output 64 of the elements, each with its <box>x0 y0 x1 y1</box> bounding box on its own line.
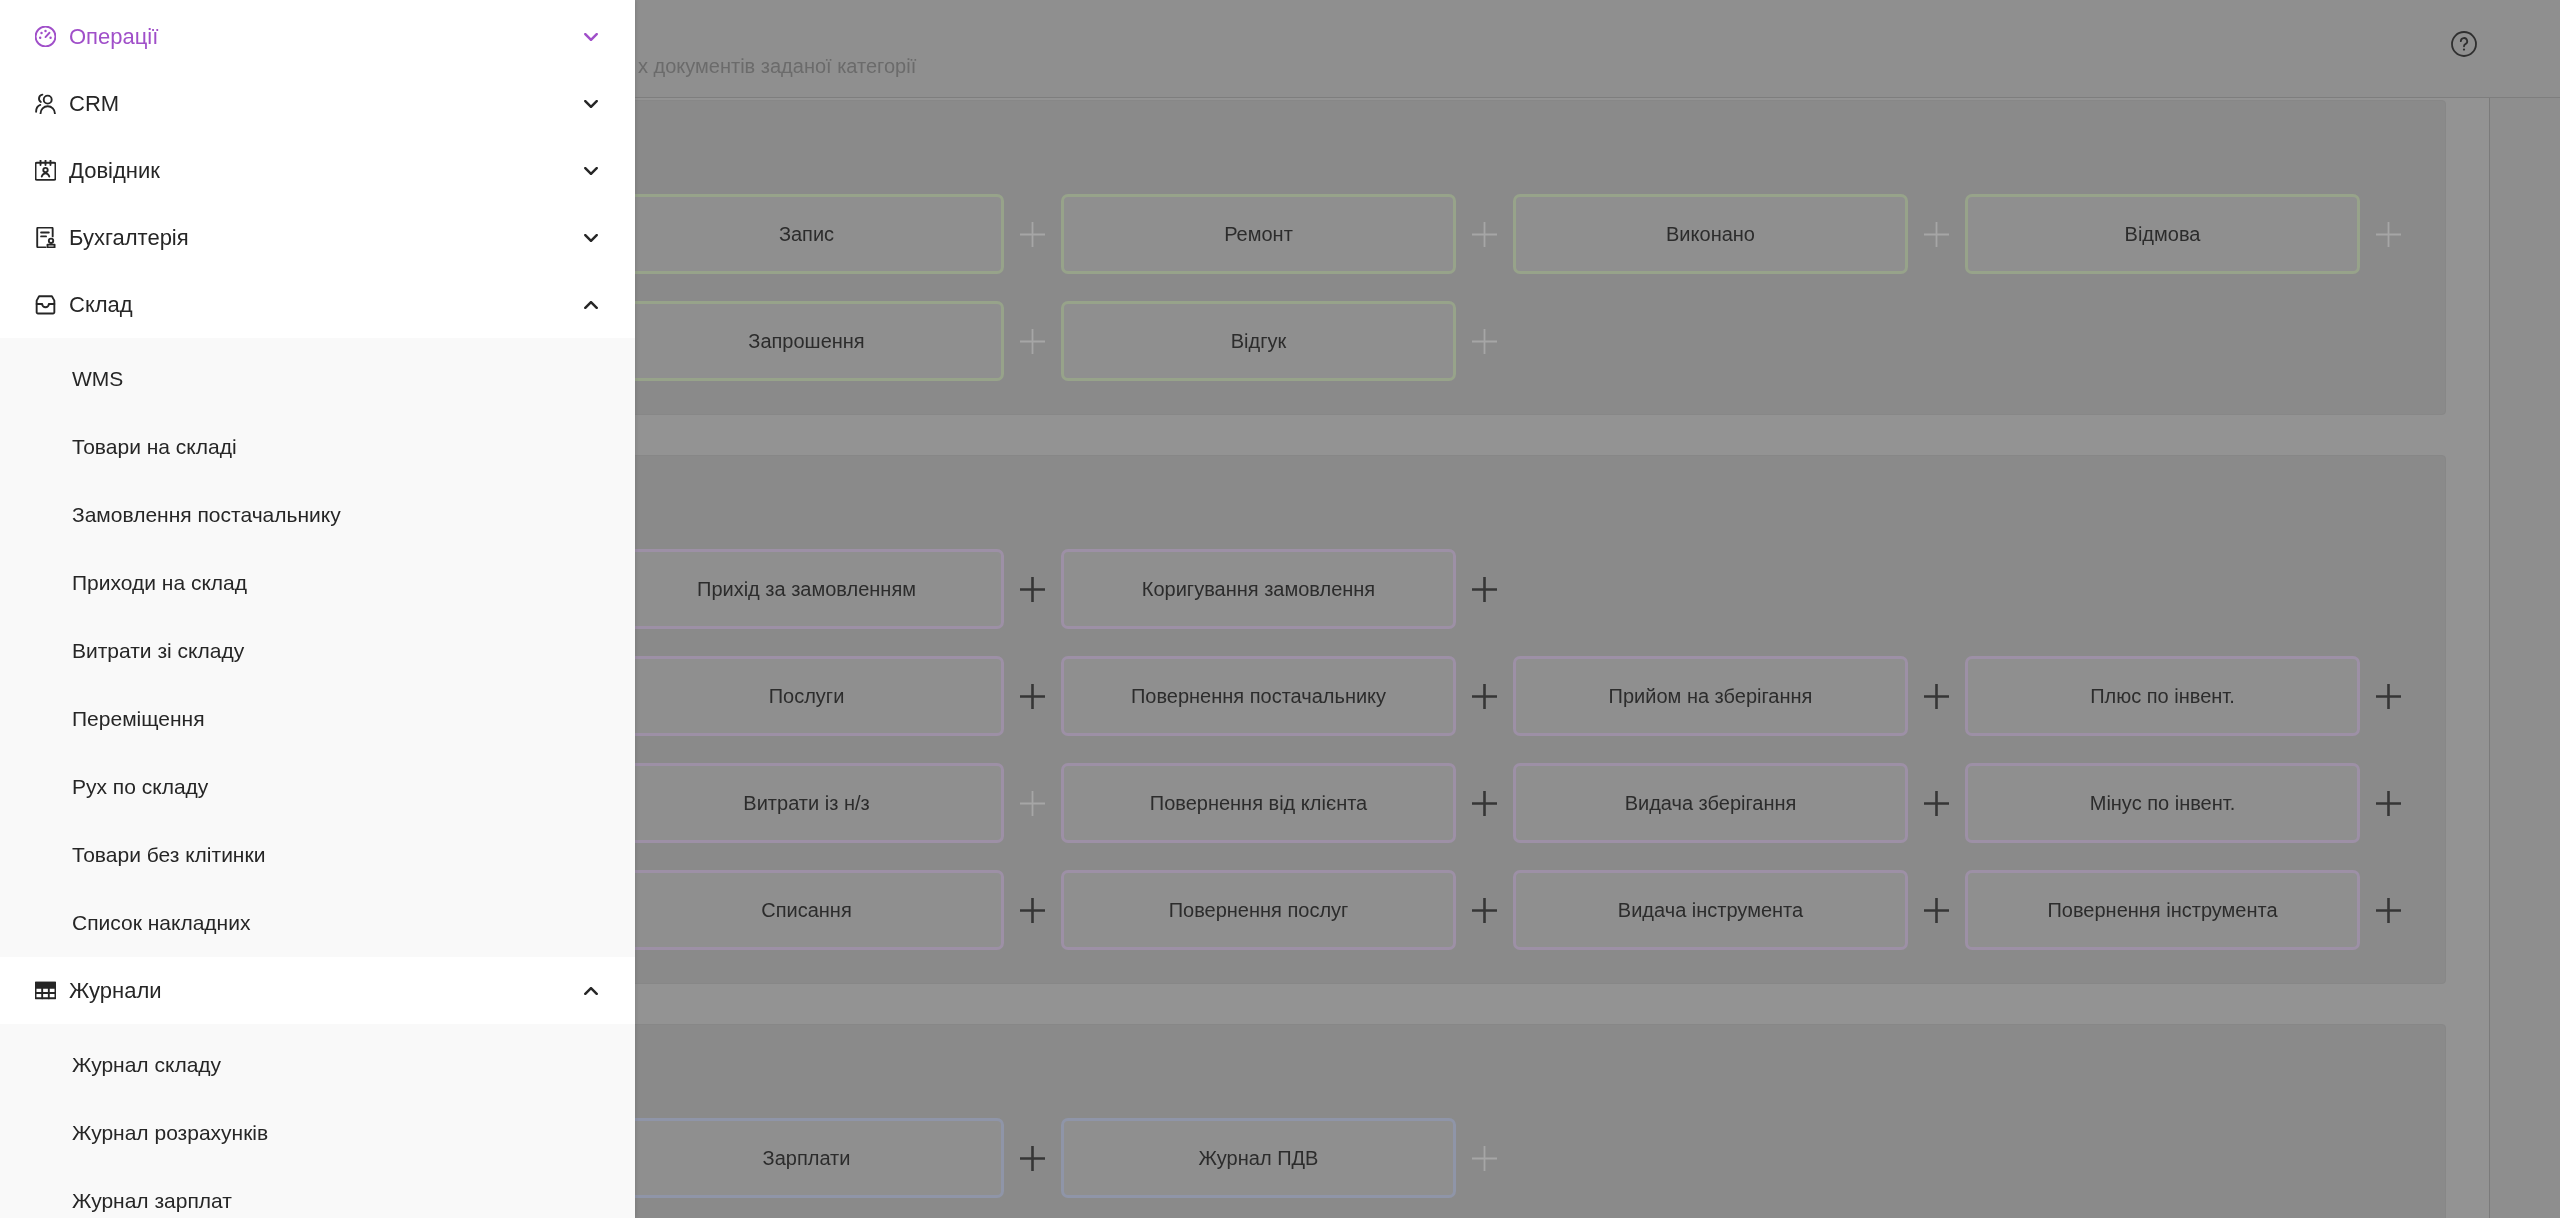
submenu-item[interactable]: Журнал складу <box>0 1031 635 1099</box>
add-button[interactable] <box>1472 790 1497 816</box>
document-type-button[interactable]: Плюс по інвент. <box>1965 656 2360 736</box>
plus-icon <box>1924 897 1949 923</box>
add-button[interactable] <box>1472 897 1497 923</box>
contact-calendar-icon <box>35 160 56 181</box>
add-button[interactable] <box>1924 790 1949 816</box>
plus-icon <box>1472 897 1497 923</box>
document-icon <box>35 227 56 248</box>
document-type-button[interactable]: Мінус по інвент. <box>1965 763 2360 843</box>
document-type-button[interactable]: Видача інструмента <box>1513 870 1908 950</box>
document-type-button[interactable]: Відмова <box>1965 194 2360 274</box>
document-type-button[interactable]: Повернення постачальнику <box>1061 656 1456 736</box>
gauge-icon <box>35 26 56 47</box>
document-type-button[interactable]: Повернення інструмента <box>1965 870 2360 950</box>
add-button[interactable] <box>1020 1145 1045 1171</box>
plus-icon <box>1020 897 1045 923</box>
add-button[interactable] <box>2376 683 2401 709</box>
people-icon <box>35 93 56 114</box>
submenu-item[interactable]: Замовлення постачальнику <box>0 481 635 549</box>
plus-icon <box>1924 221 1949 247</box>
plus-icon <box>2376 790 2401 816</box>
plus-icon <box>1924 790 1949 816</box>
menu-item[interactable]: Журнали <box>0 957 635 1024</box>
help-icon[interactable] <box>2451 31 2477 57</box>
plus-icon <box>1020 328 1045 354</box>
add-button[interactable] <box>1472 576 1497 602</box>
document-type-button[interactable]: Прийом на зберігання <box>1513 656 1908 736</box>
tray-icon <box>35 294 56 315</box>
document-type-button[interactable]: Повернення послуг <box>1061 870 1456 950</box>
document-type-button[interactable]: Ремонт <box>1061 194 1456 274</box>
document-type-button[interactable]: Повернення від клієнта <box>1061 763 1456 843</box>
plus-icon <box>1472 1145 1497 1171</box>
add-button[interactable] <box>1020 897 1045 923</box>
plus-icon <box>1020 683 1045 709</box>
add-button[interactable] <box>1020 576 1045 602</box>
plus-icon <box>2376 897 2401 923</box>
add-button[interactable] <box>2376 790 2401 816</box>
document-type-button[interactable]: Коригування замовлення <box>1061 549 1456 629</box>
submenu-item[interactable]: Товари на складі <box>0 413 635 481</box>
plus-icon <box>2376 221 2401 247</box>
document-type-button[interactable]: Журнал ПДВ <box>1061 1118 1456 1198</box>
add-button[interactable] <box>1924 683 1949 709</box>
plus-icon <box>2376 683 2401 709</box>
plus-icon <box>1020 1145 1045 1171</box>
plus-icon <box>1472 790 1497 816</box>
add-button[interactable] <box>1020 683 1045 709</box>
plus-icon <box>1472 683 1497 709</box>
table-icon <box>35 980 56 1001</box>
add-button[interactable] <box>1472 683 1497 709</box>
document-type-button[interactable]: Відгук <box>1061 301 1456 381</box>
add-button[interactable] <box>1924 897 1949 923</box>
document-type-button[interactable]: Видача зберігання <box>1513 763 1908 843</box>
plus-icon <box>1020 790 1045 816</box>
plus-icon <box>1924 683 1949 709</box>
plus-icon <box>1020 576 1045 602</box>
add-button[interactable] <box>2376 897 2401 923</box>
menu-item[interactable]: Операції <box>0 3 635 70</box>
plus-icon <box>1472 328 1497 354</box>
plus-icon <box>1472 576 1497 602</box>
plus-icon <box>1020 221 1045 247</box>
menu-item[interactable]: CRM <box>0 70 635 137</box>
document-type-button[interactable]: Виконано <box>1513 194 1908 274</box>
plus-icon <box>1472 221 1497 247</box>
